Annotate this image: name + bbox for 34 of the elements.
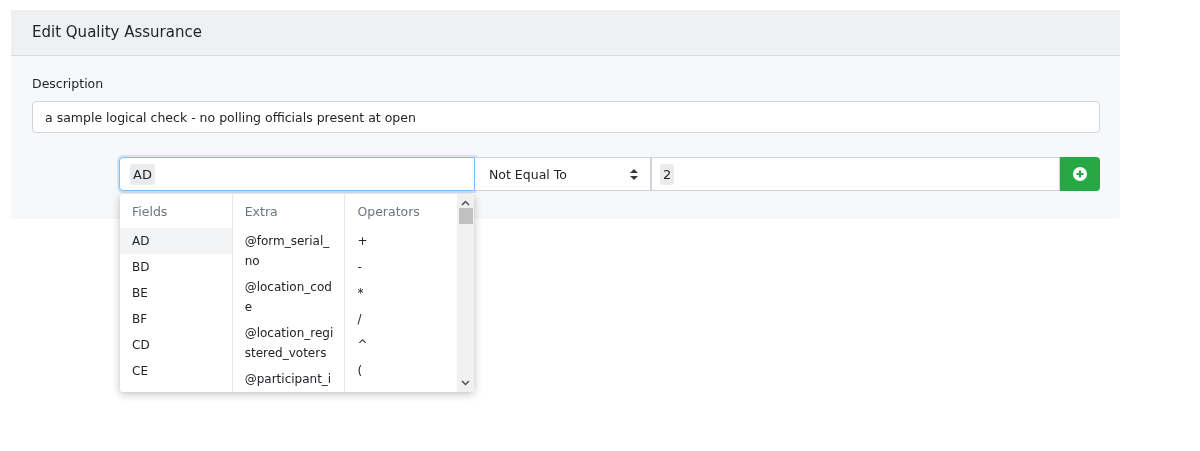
suggestion-item[interactable]: +	[345, 228, 458, 254]
suggestion-item[interactable]: CD	[120, 332, 232, 358]
scrollbar-thumb[interactable]	[458, 208, 473, 224]
suggestion-item[interactable]: BF	[120, 306, 232, 332]
suggestion-item[interactable]: AD	[120, 228, 232, 254]
plus-circle-icon	[1073, 167, 1087, 181]
suggestion-item[interactable]: BD	[120, 254, 232, 280]
card-title: Edit Quality Assurance	[11, 10, 1120, 56]
expression-field[interactable]: AD	[119, 157, 475, 191]
scroll-up-icon[interactable]	[461, 200, 471, 206]
field-token: AD	[130, 163, 155, 185]
column-heading: Operators	[356, 204, 421, 221]
operator-select[interactable]: Not Equal To	[475, 157, 651, 191]
suggestion-item[interactable]: @form_serial_no	[232, 228, 345, 274]
value-token: 2	[660, 163, 675, 185]
field-label: Description	[32, 76, 105, 91]
suggestion-item[interactable]: *	[345, 280, 458, 306]
sort-caret-icon	[630, 168, 638, 180]
suggestion-item[interactable]: -	[345, 254, 458, 280]
suggestion-item[interactable]: (	[345, 358, 458, 384]
scrollbar[interactable]	[457, 194, 474, 392]
column-heading: Fields	[131, 204, 169, 221]
column-heading: Extra	[243, 204, 279, 221]
suggestion-item[interactable]: CE	[120, 358, 232, 384]
suggestion-item[interactable]: @participant_i	[232, 366, 345, 392]
suggestion-item[interactable]: @location_code	[232, 274, 345, 320]
suggestion-item[interactable]: ^	[345, 332, 458, 358]
suggestion-item[interactable]: @location_registered_voters	[232, 320, 345, 366]
value-field[interactable]: 2	[651, 157, 1060, 191]
suggestion-item[interactable]: /	[345, 306, 458, 332]
scroll-down-icon[interactable]	[461, 380, 471, 386]
description-field[interactable]: a sample logical check - no polling officials present at open	[32, 101, 1100, 133]
add-button[interactable]	[1060, 157, 1100, 191]
suggestion-item[interactable]: BE	[120, 280, 232, 306]
